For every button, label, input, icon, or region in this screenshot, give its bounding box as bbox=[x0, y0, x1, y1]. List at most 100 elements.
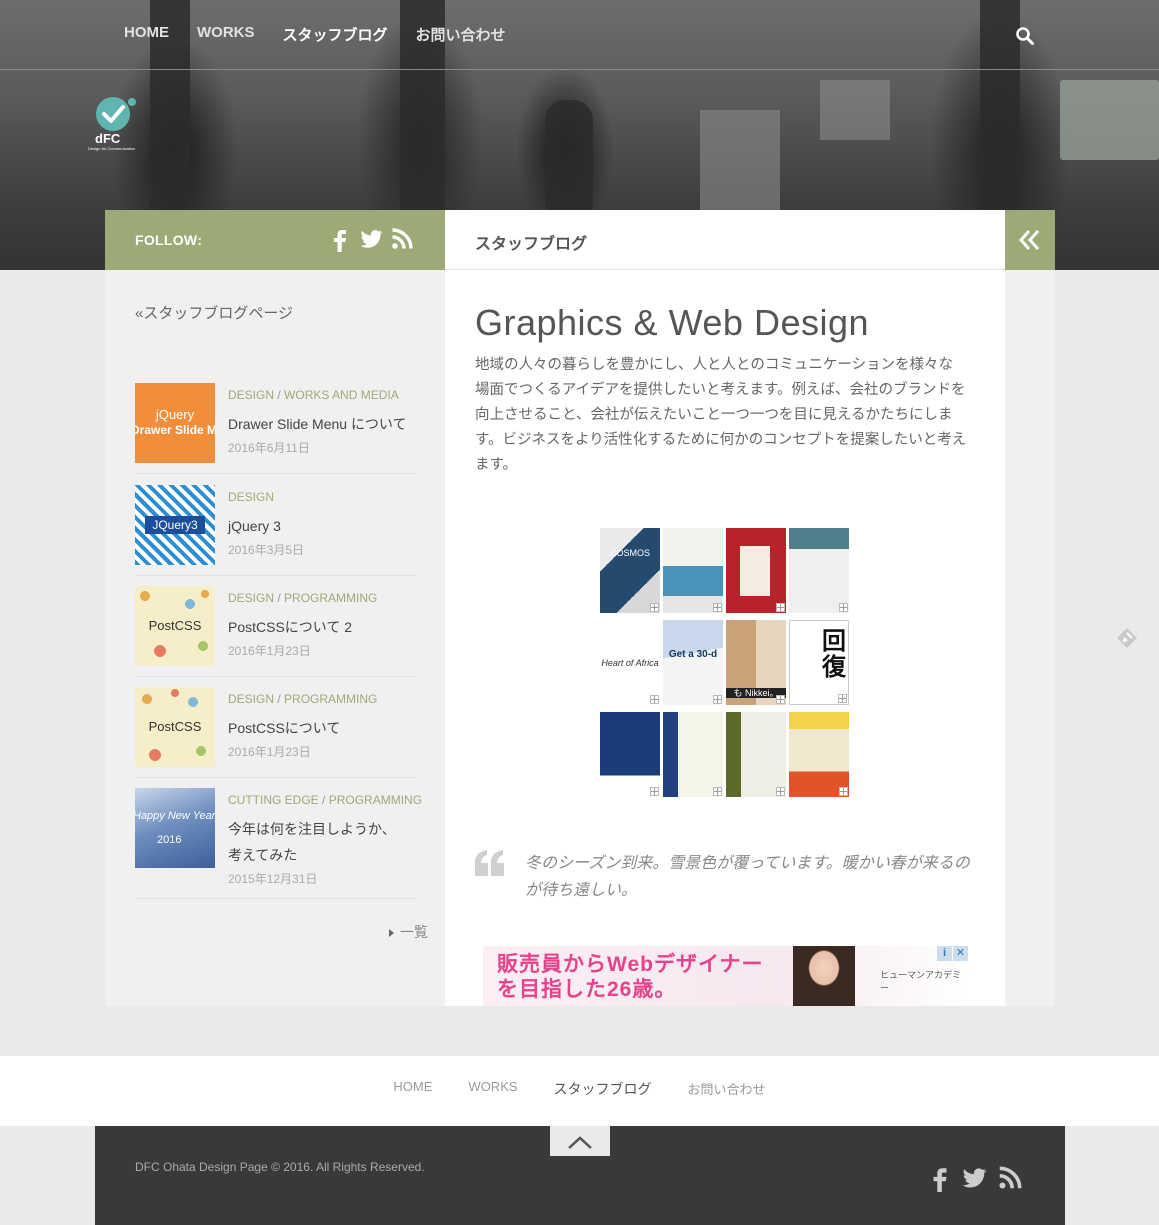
search-icon[interactable] bbox=[1015, 26, 1035, 46]
post-list-item[interactable]: jQuery Drawer Slide Menu DESIGN / WORKS … bbox=[135, 383, 416, 474]
collapse-sidebar-button[interactable] bbox=[1005, 210, 1055, 270]
expand-icon[interactable] bbox=[650, 603, 659, 612]
view-all-link[interactable]: 一覧 bbox=[389, 922, 428, 942]
expand-icon[interactable] bbox=[776, 695, 785, 704]
post-thumbnail[interactable]: PostCSS bbox=[135, 586, 215, 666]
footer-nav-staff-blog[interactable]: スタッフブログ bbox=[554, 1079, 652, 1099]
category-link[interactable]: PROGRAMMING bbox=[329, 793, 422, 807]
sidebar: FOLLOW: «スタッフブログページ jQuery Drawer Slide … bbox=[105, 210, 445, 1006]
twitter-icon[interactable] bbox=[358, 226, 384, 252]
copyright-text: DFC Ohata Design Page © 2016. All Rights… bbox=[135, 1160, 425, 1174]
post-categories: DESIGN / WORKS AND MEDIA bbox=[228, 388, 399, 402]
expand-icon[interactable] bbox=[776, 787, 785, 796]
ad-copy-line: を目指した26歳。 bbox=[497, 978, 677, 1001]
ad-copy: 販売員からWebデザイナー を目指した26歳。 bbox=[497, 952, 764, 1002]
gallery-caption: 回復 bbox=[822, 628, 846, 681]
ad-info-icon[interactable]: i bbox=[937, 946, 952, 961]
expand-icon[interactable] bbox=[650, 787, 659, 796]
main-content: スタッフブログ Graphics & Web Design 地域の人々の暮らしを… bbox=[445, 210, 1005, 1006]
ad-brand: ヒューマンアカデミー bbox=[880, 970, 962, 993]
post-thumbnail[interactable]: PostCSS bbox=[135, 687, 215, 767]
footer-nav-contact[interactable]: お問い合わせ bbox=[688, 1079, 766, 1099]
double-chevron-left-icon bbox=[1018, 230, 1040, 250]
post-date: 2015年12月31日 bbox=[228, 872, 318, 886]
facebook-icon[interactable] bbox=[327, 226, 353, 252]
advertisement-banner[interactable]: 販売員からWebデザイナー を目指した26歳。 ヒューマンアカデミー i ✕ bbox=[483, 946, 968, 1006]
category-link[interactable]: DESIGN bbox=[228, 692, 274, 706]
footer-bottom: DFC Ohata Design Page © 2016. All Rights… bbox=[95, 1126, 1065, 1225]
category-link[interactable]: PROGRAMMING bbox=[284, 692, 377, 706]
header-photo-building bbox=[700, 110, 780, 210]
category-link[interactable]: PROGRAMMING bbox=[284, 591, 377, 605]
expand-icon[interactable] bbox=[713, 695, 722, 704]
thumb-text: Drawer Slide Menu bbox=[135, 423, 215, 437]
post-title: Graphics & Web Design bbox=[475, 302, 870, 343]
post-list-item[interactable]: PostCSS DESIGN / PROGRAMMING PostCSSについて… bbox=[135, 687, 416, 778]
nav-item-works[interactable]: WORKS bbox=[197, 24, 255, 45]
gallery-image[interactable] bbox=[789, 712, 849, 797]
post-list-item[interactable]: PostCSS DESIGN / PROGRAMMING PostCSSについて… bbox=[135, 586, 416, 677]
site-logo[interactable]: dFC Design for Communication bbox=[88, 96, 140, 154]
post-title-link[interactable]: jQuery 3 bbox=[228, 513, 418, 539]
post-title-link[interactable]: PostCSSについて bbox=[228, 715, 418, 741]
expand-icon[interactable] bbox=[839, 787, 848, 796]
expand-icon[interactable] bbox=[839, 603, 848, 612]
ad-close-icon[interactable]: ✕ bbox=[953, 946, 968, 961]
post-title-link[interactable]: 今年は何を注目しようか、考えてみた bbox=[228, 816, 408, 868]
content-wrapper: FOLLOW: «スタッフブログページ jQuery Drawer Slide … bbox=[105, 210, 1055, 1006]
post-date: 2016年1月23日 bbox=[228, 745, 311, 759]
gallery-image[interactable] bbox=[600, 712, 660, 797]
expand-icon[interactable] bbox=[838, 694, 847, 703]
footer-nav-works[interactable]: WORKS bbox=[468, 1079, 517, 1099]
gallery-image[interactable]: も Nikkei。 bbox=[726, 620, 786, 705]
ad-photo bbox=[793, 946, 855, 1006]
post-list-item[interactable]: JQuery3 DESIGN jQuery 3 2016年3月5日 bbox=[135, 485, 416, 576]
gallery-image[interactable] bbox=[789, 528, 849, 613]
gallery-image[interactable]: Get a 30-d bbox=[663, 620, 723, 705]
gallery-image[interactable]: 回復 bbox=[789, 620, 849, 705]
gallery-image[interactable] bbox=[663, 712, 723, 797]
category-link[interactable]: WORKS AND MEDIA bbox=[284, 388, 399, 402]
thumb-text: jQuery bbox=[155, 407, 195, 422]
twitter-icon[interactable] bbox=[960, 1164, 988, 1192]
expand-icon[interactable] bbox=[713, 603, 722, 612]
thumb-text: Happy New Year bbox=[135, 810, 215, 822]
gallery-image[interactable] bbox=[726, 528, 786, 613]
logo-text: dFC bbox=[95, 131, 121, 146]
staff-blog-page-link[interactable]: «スタッフブログページ bbox=[135, 302, 293, 323]
gallery-image[interactable] bbox=[726, 712, 786, 797]
post-list-item[interactable]: Happy New Year 2016 CUTTING EDGE / PROGR… bbox=[135, 788, 422, 899]
chevron-up-icon bbox=[568, 1136, 592, 1149]
expand-icon[interactable] bbox=[650, 695, 659, 704]
post-title-link[interactable]: Drawer Slide Menu について bbox=[228, 411, 418, 437]
category-link[interactable]: CUTTING EDGE bbox=[228, 793, 319, 807]
gallery-image[interactable] bbox=[663, 528, 723, 613]
gallery-image[interactable]: COSMOS bbox=[600, 528, 660, 613]
category-link[interactable]: DESIGN bbox=[228, 490, 274, 504]
feedly-icon[interactable] bbox=[1116, 627, 1138, 649]
nav-item-contact[interactable]: お問い合わせ bbox=[416, 24, 506, 45]
footer-nav-home[interactable]: HOME bbox=[393, 1079, 432, 1099]
rss-icon[interactable] bbox=[996, 1164, 1024, 1192]
facebook-icon[interactable] bbox=[926, 1164, 954, 1192]
category-link[interactable]: DESIGN bbox=[228, 591, 274, 605]
nav-item-staff-blog[interactable]: スタッフブログ bbox=[283, 24, 388, 45]
post-date: 2016年3月5日 bbox=[228, 543, 305, 557]
nav-item-home[interactable]: HOME bbox=[124, 24, 169, 45]
post-thumbnail[interactable]: jQuery Drawer Slide Menu bbox=[135, 383, 215, 463]
rss-icon[interactable] bbox=[389, 226, 415, 252]
post-intro: 地域の人々の暮らしを豊かにし、人と人とのコミュニケーションを様々な場面でつくるア… bbox=[475, 357, 967, 473]
thumb-text: PostCSS bbox=[148, 618, 202, 633]
expand-icon[interactable] bbox=[776, 603, 785, 612]
back-to-top-button[interactable] bbox=[550, 1126, 610, 1156]
follow-label: FOLLOW: bbox=[135, 232, 203, 248]
gallery-image[interactable]: Heart of Africa bbox=[600, 620, 660, 705]
post-title-link[interactable]: PostCSSについて 2 bbox=[228, 614, 418, 640]
post-date: 2016年6月11日 bbox=[228, 441, 310, 455]
gallery-caption: COSMOS bbox=[609, 548, 650, 558]
post-categories: DESIGN / PROGRAMMING bbox=[228, 591, 378, 605]
expand-icon[interactable] bbox=[713, 787, 722, 796]
post-thumbnail[interactable]: JQuery3 bbox=[135, 485, 215, 565]
post-thumbnail[interactable]: Happy New Year 2016 bbox=[135, 788, 215, 868]
category-link[interactable]: DESIGN bbox=[228, 388, 274, 402]
